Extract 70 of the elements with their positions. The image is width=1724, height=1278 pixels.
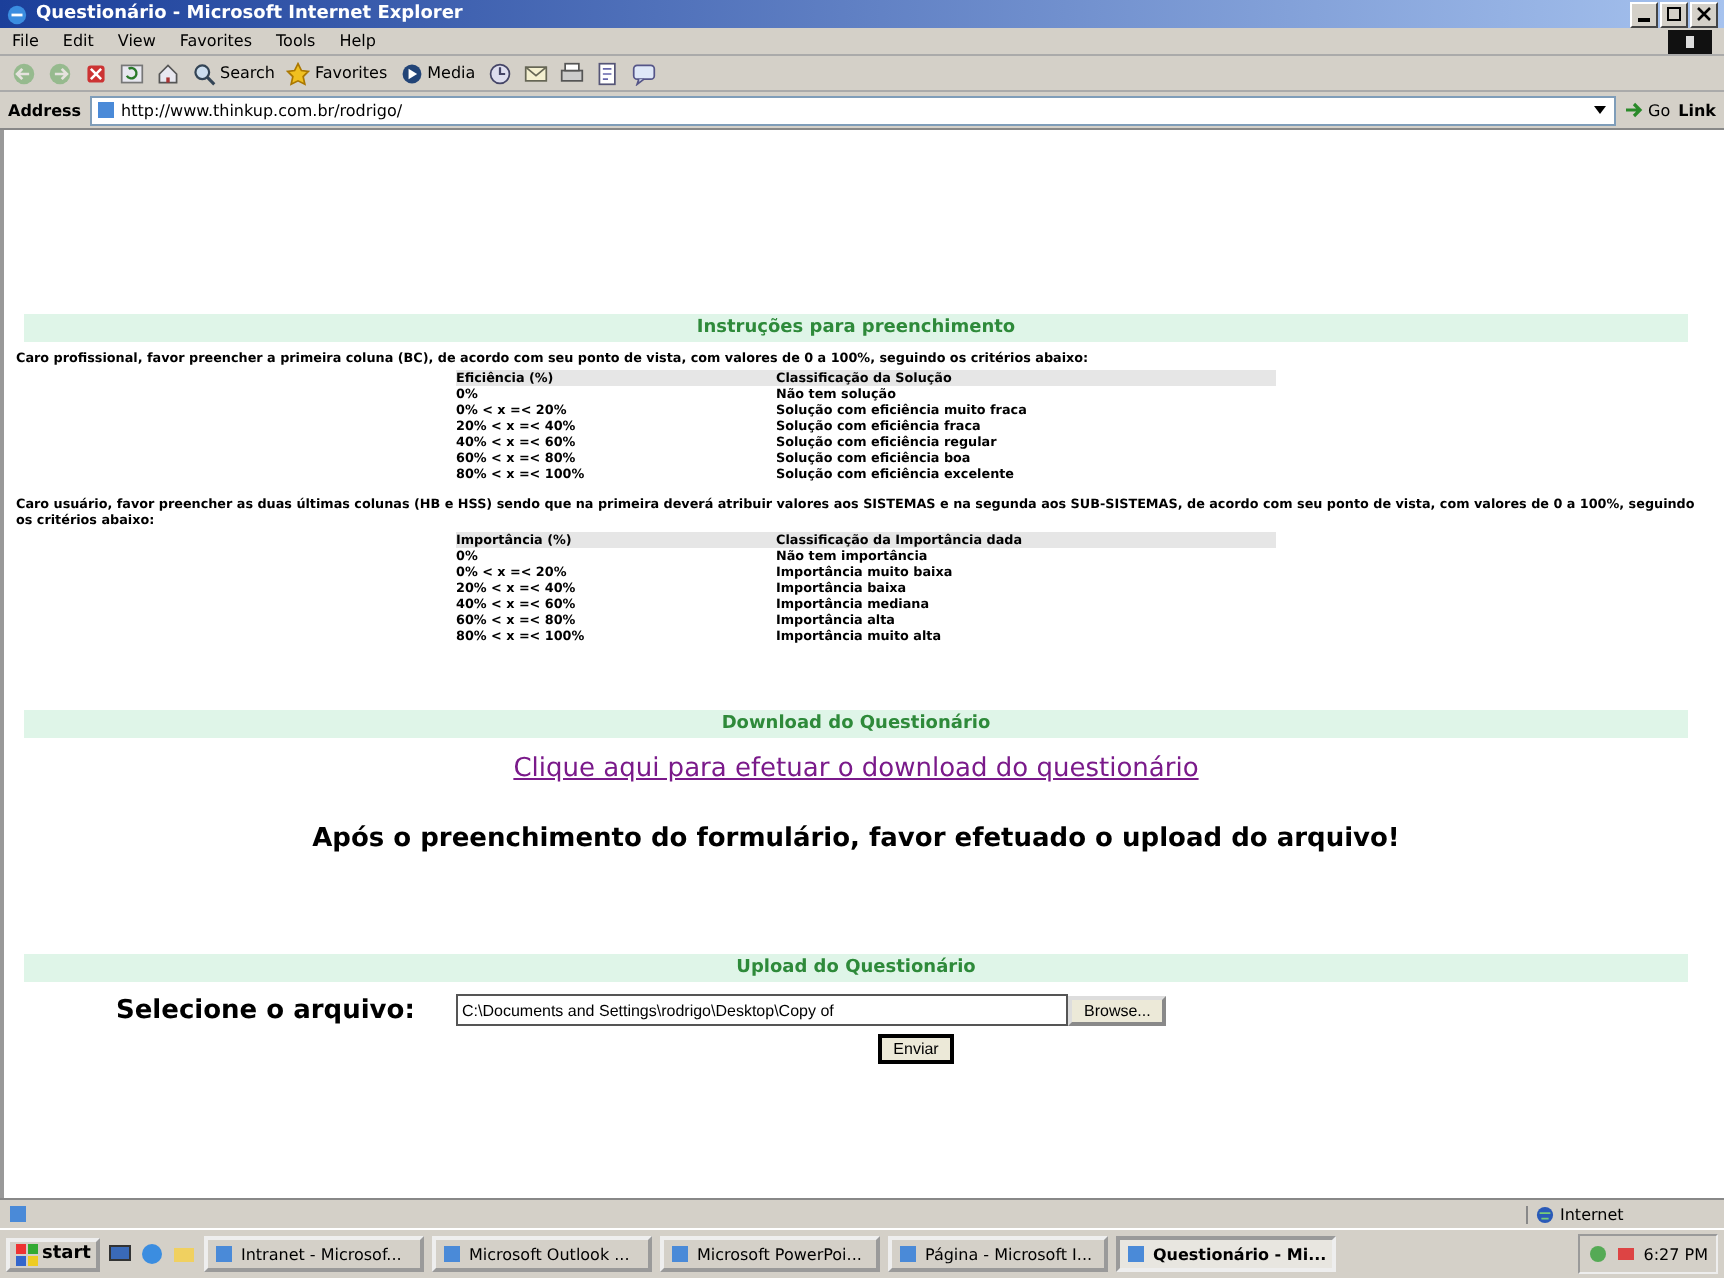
window-icon bbox=[670, 1244, 691, 1264]
address-label: Address bbox=[8, 101, 82, 119]
page-icon bbox=[8, 1204, 28, 1224]
page-icon bbox=[95, 100, 116, 120]
address-field[interactable]: http://www.thinkup.com.br/rodrigo/ bbox=[89, 95, 1617, 125]
taskbar-item[interactable]: Microsoft PowerPoi... bbox=[660, 1236, 881, 1272]
mail-icon bbox=[523, 61, 548, 85]
menu-item[interactable]: View bbox=[117, 32, 156, 50]
document-icon bbox=[595, 61, 620, 85]
clock: 6:27 PM bbox=[1643, 1245, 1708, 1263]
window-icon bbox=[1126, 1244, 1147, 1264]
window-icon bbox=[214, 1244, 235, 1264]
file-label: Selecione o arquivo: bbox=[114, 995, 417, 1025]
maximize-icon bbox=[1662, 3, 1686, 23]
speech-bubble-icon bbox=[631, 61, 656, 85]
links-label[interactable]: Link bbox=[1678, 101, 1716, 119]
search-button[interactable]: Search bbox=[192, 61, 275, 85]
submit-button[interactable]: Enviar bbox=[877, 1034, 955, 1064]
menu-item[interactable]: Help bbox=[339, 32, 376, 50]
section-heading: Upload do Questionário bbox=[24, 954, 1688, 982]
media-button[interactable]: Media bbox=[399, 61, 476, 85]
window-icon bbox=[442, 1244, 463, 1264]
print-button[interactable] bbox=[559, 61, 584, 85]
refresh-button[interactable] bbox=[120, 61, 144, 85]
minimize-icon bbox=[1638, 17, 1650, 21]
globe-icon bbox=[1536, 1205, 1554, 1223]
forward-arrow-icon bbox=[48, 61, 72, 85]
play-icon bbox=[399, 61, 424, 85]
taskbar-item[interactable]: Intranet - Microsof... bbox=[204, 1236, 425, 1272]
menu-item[interactable]: Tools bbox=[276, 32, 316, 50]
mail-button[interactable] bbox=[523, 61, 548, 85]
go-button[interactable]: Go bbox=[1624, 100, 1671, 120]
printer-icon bbox=[559, 61, 584, 85]
taskbar-item[interactable]: Página - Microsoft I... bbox=[888, 1236, 1109, 1272]
section-heading: Instruções para preenchimento bbox=[24, 314, 1688, 342]
menu-item[interactable]: Favorites bbox=[179, 32, 253, 50]
stop-button[interactable] bbox=[84, 61, 108, 85]
desktop-icon[interactable] bbox=[108, 1242, 133, 1266]
edit-button[interactable] bbox=[595, 61, 620, 85]
tray-icon[interactable] bbox=[1615, 1244, 1636, 1264]
maximize-button[interactable] bbox=[1660, 1, 1688, 27]
stop-icon bbox=[84, 61, 108, 85]
download-link[interactable]: Clique aqui para efetuar o download do questionário bbox=[513, 754, 1199, 784]
back-arrow-icon bbox=[12, 61, 36, 85]
close-icon bbox=[1692, 3, 1716, 23]
taskbar-item[interactable]: Questionário - Mi... bbox=[1116, 1236, 1337, 1272]
upload-notice: Após o preenchimento do formulário, favor efetuado o upload do arquivo! bbox=[310, 824, 1402, 854]
search-icon bbox=[192, 61, 216, 85]
browser-icon bbox=[6, 3, 28, 25]
window-title: Questionário - Microsoft Internet Explorer bbox=[36, 4, 463, 24]
star-icon bbox=[286, 61, 311, 85]
security-zone: Internet bbox=[1560, 1205, 1624, 1223]
favorites-button[interactable]: Favorites bbox=[286, 61, 388, 85]
menu-item[interactable]: File bbox=[12, 32, 39, 50]
start-button[interactable]: start bbox=[6, 1237, 101, 1271]
close-button[interactable] bbox=[1690, 1, 1718, 27]
minimize-button[interactable] bbox=[1630, 1, 1658, 27]
home-icon bbox=[156, 61, 180, 85]
browse-button[interactable]: Browse... bbox=[1068, 995, 1167, 1025]
history-button[interactable] bbox=[487, 61, 512, 85]
discuss-button[interactable] bbox=[631, 61, 656, 85]
window-icon bbox=[898, 1244, 919, 1264]
section-heading: Download do Questionário bbox=[24, 710, 1688, 738]
menu-item[interactable]: Edit bbox=[62, 32, 94, 50]
file-field[interactable]: C:\Documents and Settings\rodrigo\Desktop\Copy of bbox=[456, 994, 1068, 1026]
taskbar-item[interactable]: Microsoft Outlook ... bbox=[432, 1236, 653, 1272]
refresh-icon bbox=[120, 61, 144, 85]
arrow-icon bbox=[1624, 100, 1645, 120]
home-button[interactable] bbox=[156, 61, 180, 85]
clock-icon bbox=[487, 61, 512, 85]
